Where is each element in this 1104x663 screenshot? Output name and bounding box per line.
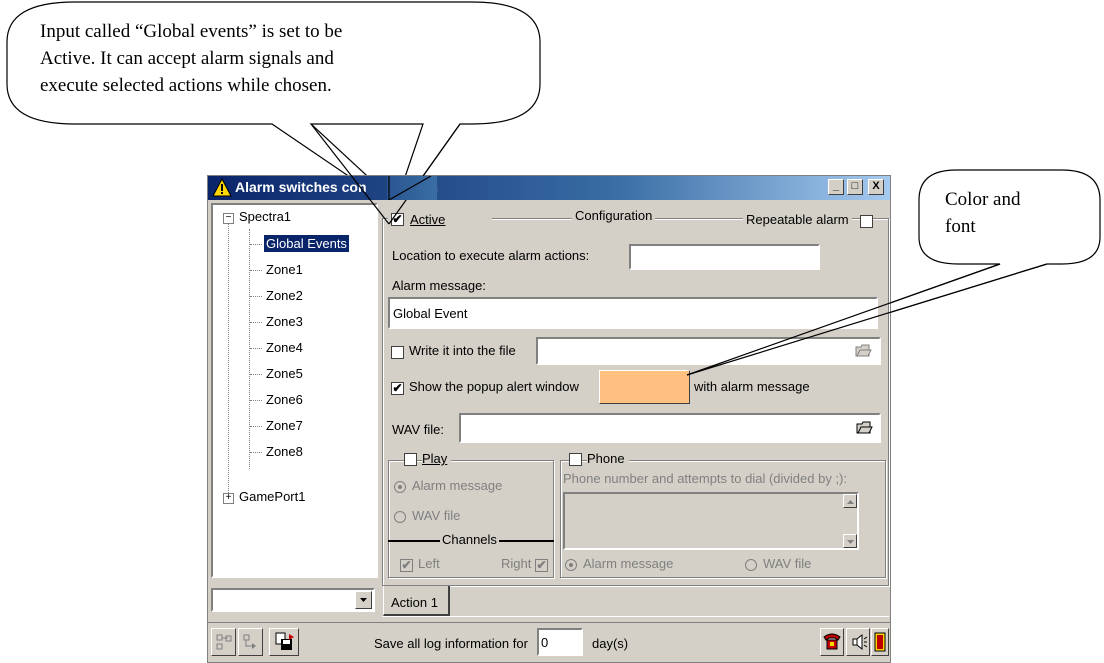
sound-button[interactable]	[846, 628, 870, 656]
tree-item-zone4[interactable]: Zone4	[266, 340, 303, 355]
maximize-button[interactable]: □	[847, 179, 863, 195]
left-channel-label[interactable]: Left	[418, 556, 440, 571]
wav-file-label: WAV file:	[392, 422, 445, 437]
callout-right-text: Color and font	[945, 186, 1020, 240]
active-row[interactable]: ✔ Active	[388, 210, 492, 228]
phone-icon	[823, 633, 841, 650]
tree-item-spectra1[interactable]: Spectra1	[239, 209, 291, 224]
callout-top-line: execute selected actions while chosen.	[40, 75, 332, 96]
speaker-icon	[852, 633, 868, 651]
phone-label[interactable]: Phone	[587, 451, 629, 466]
tree-view[interactable]: − Spectra1 Global Events Zone1 Zone2 Zon…	[211, 203, 378, 578]
write-file-input[interactable]	[536, 337, 881, 365]
scroll-up-icon	[847, 500, 854, 504]
scroll-down-button[interactable]	[843, 534, 857, 548]
callout-top-line: Active. It can accept alarm signals and	[40, 48, 334, 69]
tree-collapse-icon	[216, 634, 232, 650]
days-input[interactable]: 0	[537, 628, 583, 656]
play-alarm-message-label[interactable]: Alarm message	[412, 478, 502, 493]
play-wav-file-radio[interactable]	[394, 511, 406, 523]
phone-alarm-message-radio[interactable]	[565, 559, 577, 571]
tree-item-zone5[interactable]: Zone5	[266, 366, 303, 381]
callout-right-line: Color and	[945, 189, 1021, 210]
save-log-prefix: Save all log information for	[374, 636, 528, 651]
tree-expander-minus[interactable]: −	[223, 213, 234, 224]
alarm-config-window: Alarm switches conation _ □ X − Spectra1…	[207, 175, 891, 663]
with-alarm-message-label: with alarm message	[694, 379, 810, 394]
callout-top-line: Input called “Global events” is set to b…	[40, 21, 343, 42]
play-alarm-message-radio[interactable]	[394, 481, 406, 493]
tree-item-gameport1[interactable]: GamePort1	[239, 489, 305, 504]
phone-dial-button[interactable]	[820, 628, 844, 656]
days-suffix: day(s)	[592, 636, 629, 651]
phone-alarm-message-label[interactable]: Alarm message	[583, 556, 673, 571]
phone-wav-file-radio[interactable]	[745, 559, 757, 571]
wav-file-input[interactable]	[459, 413, 881, 443]
tree-item-zone6[interactable]: Zone6	[266, 392, 303, 407]
location-input[interactable]	[629, 244, 820, 270]
show-popup-checkbox[interactable]: ✔	[391, 382, 404, 395]
tab-action-1[interactable]: Action 1	[383, 586, 450, 616]
right-channel-label[interactable]: Right	[501, 556, 531, 571]
close-button[interactable]: X	[868, 179, 884, 195]
folder-open-icon[interactable]	[855, 419, 873, 437]
chevron-down-icon	[360, 598, 367, 602]
warning-icon	[212, 178, 232, 197]
write-file-label[interactable]: Write it into the file	[409, 343, 516, 358]
phone-numbers-textarea[interactable]	[563, 492, 859, 550]
callout-top-text: Input called “Global events” is set to b…	[40, 18, 342, 99]
tab-action-1-label[interactable]: Action 1	[391, 595, 438, 610]
minimize-button[interactable]: _	[828, 179, 844, 195]
tree-item-global-events[interactable]: Global Events	[263, 234, 350, 253]
channels-label: Channels	[440, 532, 499, 547]
tree-item-zone7[interactable]: Zone7	[266, 418, 303, 433]
tree-item-zone8[interactable]: Zone8	[266, 444, 303, 459]
alarm-message-label: Alarm message:	[392, 278, 486, 293]
phone-wav-file-label[interactable]: WAV file	[763, 556, 811, 571]
active-label[interactable]: Active	[410, 212, 445, 227]
tree-item-zone1[interactable]: Zone1	[266, 262, 303, 277]
location-label: Location to execute alarm actions:	[392, 248, 590, 263]
callout-title-gap-bar	[387, 176, 437, 200]
exit-button[interactable]	[871, 628, 889, 656]
scroll-up-button[interactable]	[843, 494, 857, 508]
tree-expand-button[interactable]	[238, 628, 263, 656]
tree-item-zone2[interactable]: Zone2	[266, 288, 303, 303]
tree-item-zone3[interactable]: Zone3	[266, 314, 303, 329]
active-checkbox[interactable]: ✔	[391, 213, 404, 226]
popup-color-button[interactable]	[599, 370, 690, 404]
textarea-scrollbar[interactable]	[843, 494, 857, 548]
right-channel-checkbox[interactable]: ✔	[535, 559, 548, 572]
folder-open-icon[interactable]	[854, 342, 872, 360]
tree-expand-icon	[243, 634, 256, 649]
save-export-icon	[275, 632, 294, 650]
play-checkbox[interactable]	[404, 453, 417, 466]
title-bar[interactable]: Alarm switches conation _ □ X	[208, 176, 890, 200]
days-value: 0	[541, 635, 549, 650]
tree-expander-plus[interactable]: +	[223, 493, 234, 504]
configuration-title: Configuration	[572, 208, 656, 223]
play-label[interactable]: Play	[422, 451, 452, 466]
callout-right-line: font	[945, 216, 976, 237]
combo-dropdown-button[interactable]	[355, 591, 372, 609]
save-export-button[interactable]	[269, 628, 299, 656]
phone-numbers-label: Phone number and attempts to dial (divid…	[563, 471, 847, 486]
repeatable-alarm-checkbox[interactable]	[860, 215, 873, 228]
left-channel-checkbox[interactable]: ✔	[400, 559, 413, 572]
exit-door-icon	[874, 632, 886, 652]
repeatable-alarm-label[interactable]: Repeatable alarm	[743, 212, 852, 227]
show-popup-label[interactable]: Show the popup alert window	[409, 379, 579, 394]
tree-collapse-button[interactable]	[211, 628, 236, 656]
alarm-message-input[interactable]: Global Event	[388, 297, 878, 329]
alarm-message-value: Global Event	[393, 306, 468, 321]
play-wav-file-label[interactable]: WAV file	[412, 508, 460, 523]
write-file-checkbox[interactable]	[391, 346, 404, 359]
phone-checkbox[interactable]	[569, 453, 582, 466]
device-combo[interactable]	[211, 588, 375, 612]
window-title-visible: Alarm switches con	[235, 179, 367, 195]
scroll-down-icon	[847, 540, 854, 544]
